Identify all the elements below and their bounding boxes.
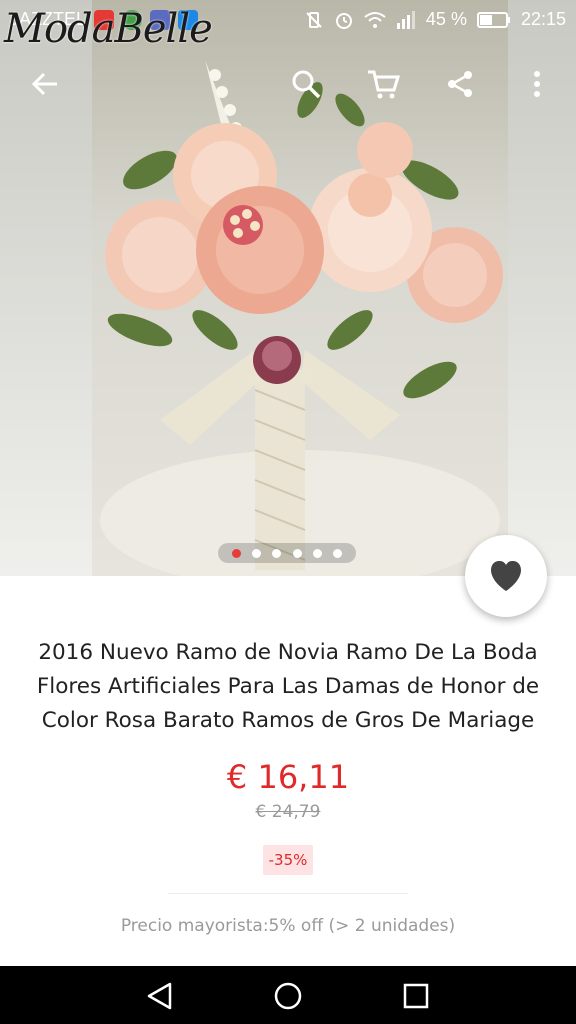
search-button[interactable]: [284, 62, 328, 106]
clock-time: 22:15: [520, 9, 566, 29]
nav-home-button[interactable]: [266, 974, 310, 1018]
heart-icon: [491, 560, 521, 591]
product-title: 2016 Nuevo Ramo de Novia Ramo De La Boda…: [36, 640, 540, 733]
pager-dot[interactable]: [312, 548, 322, 558]
triangle-back-icon: [147, 982, 172, 1010]
product-price: € 16,11: [226, 758, 350, 796]
more-vert-icon: [534, 71, 540, 97]
system-nav-bar: [0, 966, 576, 1024]
battery-percent: 45 %: [425, 9, 467, 29]
back-button[interactable]: [23, 62, 67, 106]
brand-logo: ModaBelle: [4, 6, 213, 52]
image-pager-dots[interactable]: [218, 543, 356, 563]
cart-icon: [368, 70, 400, 99]
vibrate-icon: [306, 11, 322, 28]
original-price: € 24,79: [255, 802, 321, 822]
wifi-icon: [364, 11, 386, 28]
divider: [168, 893, 408, 894]
pager-dot[interactable]: [251, 548, 261, 558]
alarm-icon: [335, 12, 352, 29]
signal-icon: [396, 10, 415, 29]
pager-dot[interactable]: [333, 548, 343, 558]
nav-recents-button[interactable]: [394, 974, 438, 1018]
pager-dot[interactable]: [272, 548, 282, 558]
status-right: 45 % 22:15: [304, 9, 566, 30]
nav-back-button[interactable]: [138, 974, 182, 1018]
circle-home-icon: [274, 982, 302, 1010]
share-icon: [448, 71, 472, 97]
square-recents-icon: [403, 983, 429, 1009]
more-options-button[interactable]: [515, 62, 559, 106]
pager-dot[interactable]: [292, 548, 302, 558]
battery-icon: [476, 11, 510, 28]
wishlist-button[interactable]: [465, 535, 547, 617]
pager-dot-active[interactable]: [231, 548, 241, 558]
cart-button[interactable]: [361, 62, 405, 106]
share-button[interactable]: [438, 62, 482, 106]
search-icon: [292, 70, 321, 99]
wholesale-price-info[interactable]: Precio mayorista:5% off (> 2 unidades): [0, 916, 576, 936]
arrow-left-icon: [31, 72, 57, 96]
discount-badge: -35%: [263, 845, 313, 875]
